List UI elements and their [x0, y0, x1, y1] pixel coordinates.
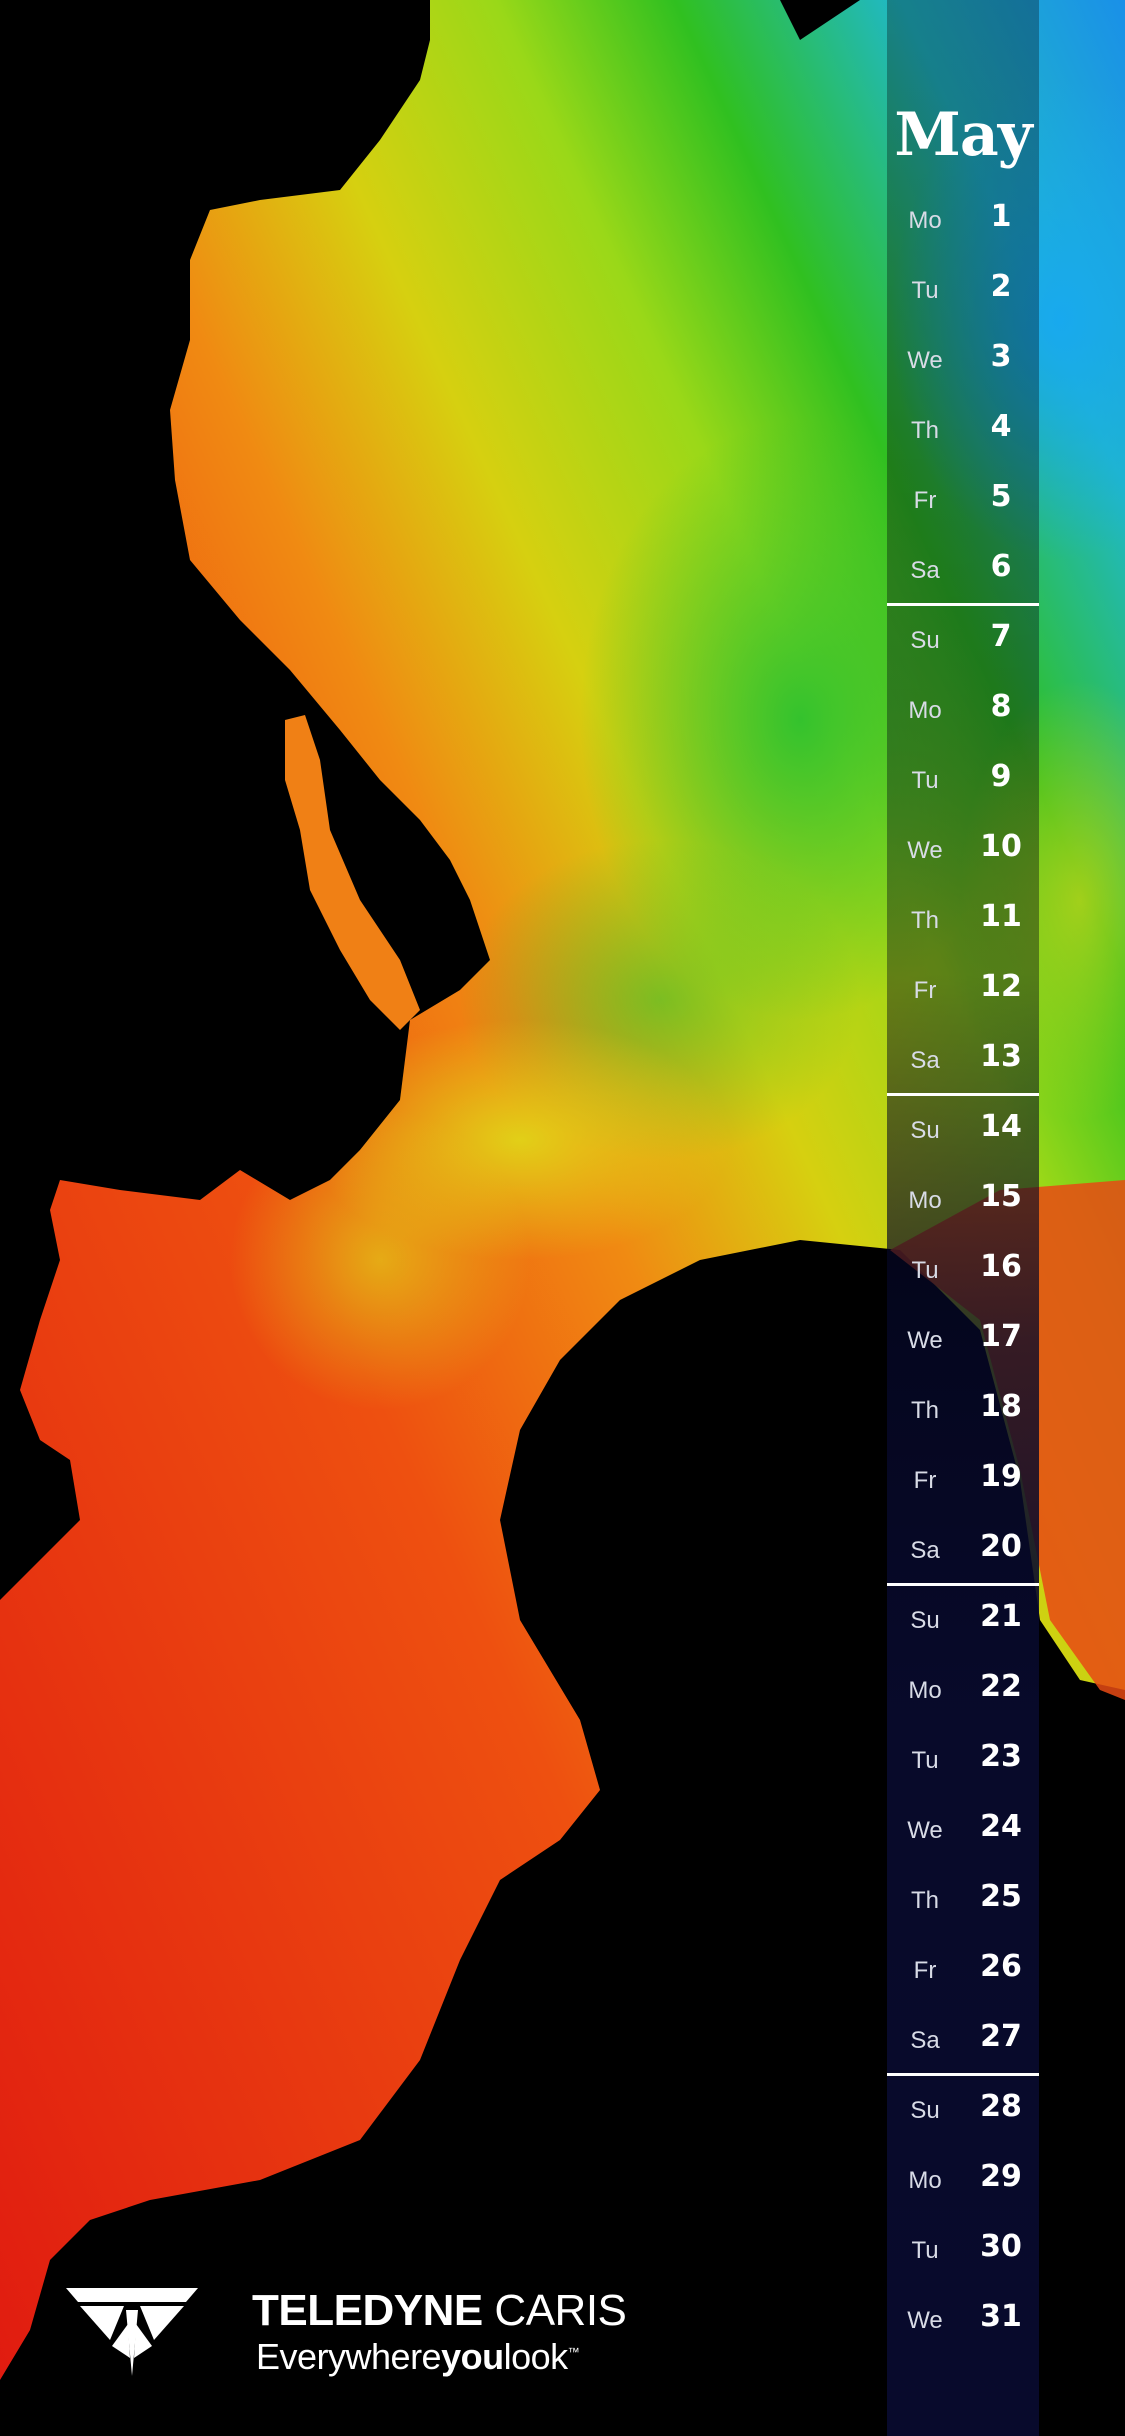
calendar-day-row: Sa 6: [887, 535, 1039, 605]
day-number: 16: [980, 1249, 1022, 1284]
weekday-label: We: [907, 1327, 943, 1354]
weekday-label: Th: [910, 1397, 939, 1424]
month-title: May: [894, 100, 1032, 170]
day-number: 31: [980, 2299, 1022, 2334]
weekday-label: We: [907, 2307, 943, 2334]
day-number: 22: [980, 1669, 1022, 1704]
day-number: 1: [990, 199, 1012, 234]
calendar-day-row: Mo 22: [887, 1655, 1039, 1725]
day-number: 6: [990, 549, 1012, 584]
calendar-day-row: Sa 27: [887, 2005, 1039, 2075]
calendar-day-row: Su 21: [887, 1585, 1039, 1655]
day-number: 14: [980, 1109, 1022, 1144]
weekday-label: Tu: [911, 2237, 939, 2264]
day-number: 2: [990, 269, 1012, 304]
weekday-label: Mo: [908, 697, 942, 724]
month-calendar: May Mo 1 Tu 2 We 3 Th 4 Fr 5 Sa 6 Su 7 Mo 8 Tu 9 We 10 Th 11 F…: [887, 0, 1039, 2436]
calendar-day-row: Th 25: [887, 1865, 1039, 1935]
weekday-label: We: [907, 1817, 943, 1844]
weekday-label: Mo: [908, 1187, 942, 1214]
day-number: 5: [990, 479, 1012, 514]
teledyne-caris-logo: TELEDYNE CARIS Everywhereyoulook™: [66, 2278, 627, 2388]
calendar-day-row: Su 7: [887, 605, 1039, 675]
weekday-label: Tu: [911, 1257, 939, 1284]
weekday-label: Sa: [910, 1047, 940, 1074]
weekday-label: Th: [910, 1887, 939, 1914]
weekday-label: Th: [910, 417, 939, 444]
day-number: 18: [980, 1389, 1022, 1424]
calendar-day-row: Fr 12: [887, 955, 1039, 1025]
day-number: 11: [980, 899, 1022, 934]
calendar-day-row: Fr 19: [887, 1445, 1039, 1515]
calendar-day-row: Th 11: [887, 885, 1039, 955]
calendar-day-row: We 31: [887, 2285, 1039, 2355]
weekday-label: Sa: [910, 1537, 940, 1564]
weekday-label: Mo: [908, 207, 942, 234]
day-number: 7: [990, 619, 1012, 654]
calendar-day-row: Tu 23: [887, 1725, 1039, 1795]
calendar-day-row: Fr 26: [887, 1935, 1039, 2005]
calendar-day-row: Th 4: [887, 395, 1039, 465]
day-number: 13: [980, 1039, 1022, 1074]
day-number: 23: [980, 1739, 1022, 1774]
calendar-day-row: Fr 5: [887, 465, 1039, 535]
brand-name: TELEDYNE CARIS: [252, 2286, 627, 2335]
day-number: 19: [980, 1459, 1022, 1494]
calendar-day-row: Mo 15: [887, 1165, 1039, 1235]
calendar-day-row: Su 28: [887, 2075, 1039, 2145]
calendar-day-row: Sa 20: [887, 1515, 1039, 1585]
calendar-day-row: Mo 29: [887, 2145, 1039, 2215]
calendar-day-row: Tu 30: [887, 2215, 1039, 2285]
weekday-label: Tu: [911, 277, 939, 304]
day-number: 4: [990, 409, 1012, 444]
day-number: 9: [990, 759, 1012, 794]
weekday-label: Mo: [908, 2167, 942, 2194]
weekday-label: We: [907, 347, 943, 374]
calendar-day-row: We 24: [887, 1795, 1039, 1865]
calendar-day-row: Mo 1: [887, 185, 1039, 255]
calendar-day-row: Mo 8: [887, 675, 1039, 745]
weekday-label: Sa: [910, 2027, 940, 2054]
calendar-day-row: We 17: [887, 1305, 1039, 1375]
weekday-label: Sa: [910, 557, 940, 584]
day-number: 28: [980, 2089, 1022, 2124]
day-number: 24: [980, 1809, 1022, 1844]
day-number: 15: [980, 1179, 1022, 1214]
calendar-day-row: Th 18: [887, 1375, 1039, 1445]
weekday-label: Su: [910, 627, 940, 654]
calendar-day-row: We 10: [887, 815, 1039, 885]
calendar-day-row: We 3: [887, 325, 1039, 395]
calendar-day-row: Tu 2: [887, 255, 1039, 325]
weekday-label: Fr: [913, 487, 937, 514]
day-number: 3: [990, 339, 1012, 374]
weekday-label: Su: [910, 1607, 940, 1634]
day-number: 20: [980, 1529, 1022, 1564]
weekday-label: Tu: [911, 1747, 939, 1774]
day-number: 25: [980, 1879, 1022, 1914]
calendar-day-row: Tu 9: [887, 745, 1039, 815]
teledyne-emblem-icon: [66, 2288, 198, 2376]
weekday-label: Tu: [911, 767, 939, 794]
calendar-day-row: Su 14: [887, 1095, 1039, 1165]
weekday-label: Su: [910, 2097, 940, 2124]
brand-tagline: Everywhereyoulook™: [256, 2336, 580, 2377]
day-number: 26: [980, 1949, 1022, 1984]
calendar-day-row: Tu 16: [887, 1235, 1039, 1305]
day-number: 10: [980, 829, 1022, 864]
weekday-label: Th: [910, 907, 939, 934]
day-number: 12: [980, 969, 1022, 1004]
weekday-label: Su: [910, 1117, 940, 1144]
calendar-day-row: Sa 13: [887, 1025, 1039, 1095]
weekday-label: We: [907, 837, 943, 864]
day-number: 30: [980, 2229, 1022, 2264]
weekday-label: Fr: [913, 1957, 937, 1984]
day-number: 29: [980, 2159, 1022, 2194]
day-number: 17: [980, 1319, 1022, 1354]
weekday-label: Mo: [908, 1677, 942, 1704]
day-number: 8: [990, 689, 1012, 724]
day-number: 21: [980, 1599, 1022, 1634]
weekday-label: Fr: [913, 977, 937, 1004]
day-number: 27: [980, 2019, 1022, 2054]
weekday-label: Fr: [913, 1467, 937, 1494]
